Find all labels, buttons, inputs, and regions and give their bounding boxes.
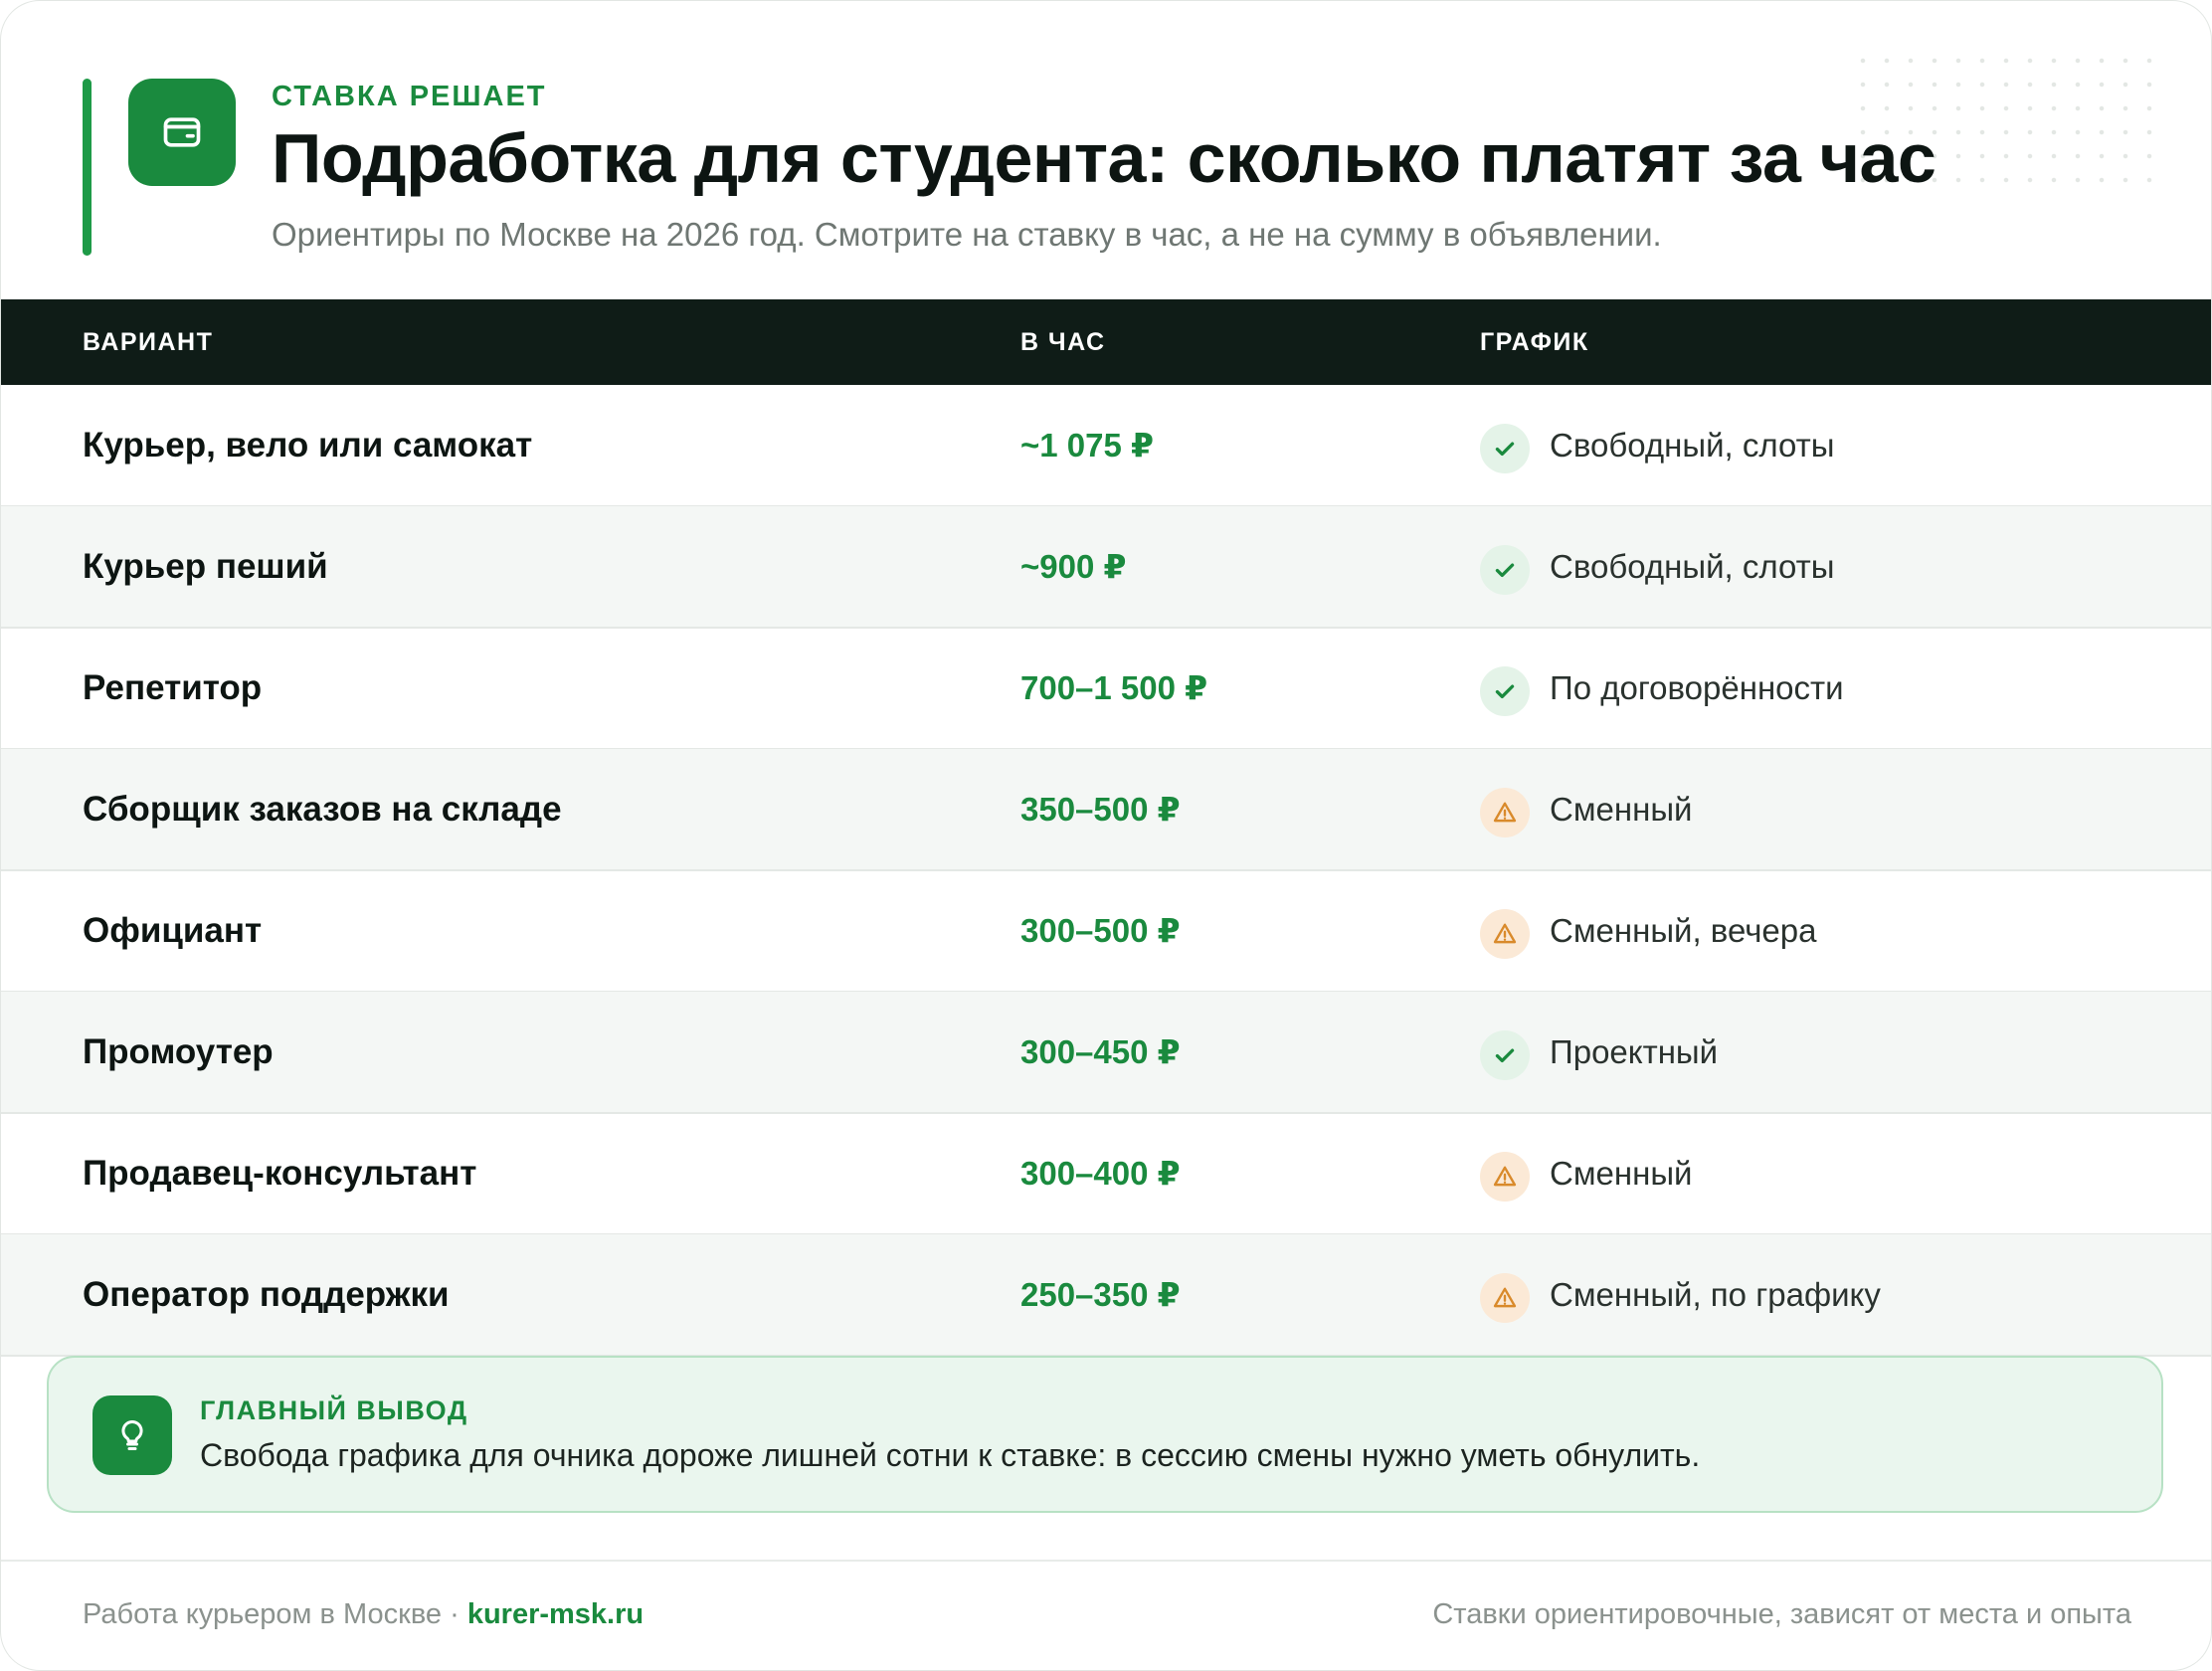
page-title: Подработка для студента: сколько платят …: [272, 119, 1936, 197]
table-row: Оператор поддержки 250–350 ₽ Сменный, по г…: [1, 1234, 2211, 1357]
table-row: Официант 300–500 ₽ Сменный, вечера: [1, 870, 2211, 993]
variant-name: Репетитор: [83, 668, 263, 707]
table-row: Продавец-консультант 300–400 ₽ Сменный: [1, 1113, 2211, 1235]
check-icon: [1480, 545, 1530, 595]
variant-name: Официант: [83, 911, 263, 950]
accent-bar: [83, 79, 92, 256]
callout-title: ГЛАВНЫЙ ВЫВОД: [200, 1395, 468, 1425]
footer-disclaimer: Ставки ориентировочные, зависят от места…: [1432, 1598, 2131, 1630]
variant-name: Курьер пеший: [83, 547, 328, 586]
hourly-rate: 250–350 ₽: [1020, 1276, 1181, 1313]
footer-site-link[interactable]: kurer-msk.ru: [467, 1598, 644, 1630]
table-row: Курьер пеший ~900 ₽ Свободный, слоты: [1, 506, 2211, 629]
schedule-text: Сменный: [1550, 1155, 1693, 1192]
schedule-text: Сменный, вечера: [1550, 912, 1817, 949]
schedule-text: По договорённости: [1550, 669, 1844, 706]
warning-icon: [1480, 788, 1530, 837]
hourly-rate: 300–450 ₽: [1020, 1033, 1181, 1070]
hourly-rate: 700–1 500 ₽: [1020, 669, 1208, 706]
table-row: Курьер, вело или самокат ~1 075 ₽ Свободны…: [1, 385, 2211, 507]
variant-name: Промоутер: [83, 1032, 274, 1071]
table-header: ВАРИАНТ В ЧАС ГРАФИК: [1, 299, 2211, 385]
key-takeaway-callout: ГЛАВНЫЙ ВЫВОД Свобода графика для очника…: [47, 1356, 2163, 1513]
page-subtitle: Ориентиры по Москве на 2026 год. Смотрит…: [272, 216, 1662, 253]
footer-divider: [1, 1560, 2211, 1562]
warning-icon: [1480, 909, 1530, 959]
column-header-rate: В ЧАС: [1020, 328, 1106, 356]
callout-text: Свобода графика для очника дороже лишней…: [200, 1437, 1701, 1473]
hourly-rate: ~900 ₽: [1020, 548, 1127, 585]
variant-name: Оператор поддержки: [83, 1275, 450, 1314]
table-row: Сборщик заказов на складе 350–500 ₽ Сменны…: [1, 749, 2211, 871]
schedule-text: Сменный, по графику: [1550, 1276, 1881, 1313]
schedule-text: Проектный: [1550, 1033, 1719, 1070]
hourly-rate: ~1 075 ₽: [1020, 427, 1154, 464]
table-row: Репетитор 700–1 500 ₽ По договорённости: [1, 628, 2211, 750]
table-row: Промоутер 300–450 ₽ Проектный: [1, 992, 2211, 1114]
schedule-text: Сменный: [1550, 791, 1693, 828]
warning-icon: [1480, 1273, 1530, 1323]
hourly-rate: 350–500 ₽: [1020, 791, 1181, 828]
warning-icon: [1480, 1152, 1530, 1202]
hourly-rate: 300–400 ₽: [1020, 1155, 1181, 1192]
variant-name: Курьер, вело или самокат: [83, 426, 533, 464]
check-icon: [1480, 1030, 1530, 1080]
footer-source-text: Работа курьером в Москве ·: [83, 1598, 467, 1630]
variant-name: Продавец-консультант: [83, 1154, 477, 1193]
eyebrow-label: СТАВКА РЕШАЕТ: [272, 81, 547, 112]
wallet-icon: [128, 79, 236, 186]
column-header-schedule: ГРАФИК: [1480, 328, 1589, 356]
footer-source: Работа курьером в Москве · kurer-msk.ru: [83, 1598, 644, 1631]
check-icon: [1480, 666, 1530, 716]
schedule-text: Свободный, слоты: [1550, 427, 1835, 464]
column-header-variant: ВАРИАНТ: [83, 328, 214, 356]
schedule-text: Свободный, слоты: [1550, 548, 1835, 585]
variant-name: Сборщик заказов на складе: [83, 790, 562, 829]
lightbulb-icon: [92, 1395, 172, 1475]
check-icon: [1480, 424, 1530, 473]
infographic-card: СТАВКА РЕШАЕТ Подработка для студента: с…: [0, 0, 2212, 1671]
hourly-rate: 300–500 ₽: [1020, 912, 1181, 949]
